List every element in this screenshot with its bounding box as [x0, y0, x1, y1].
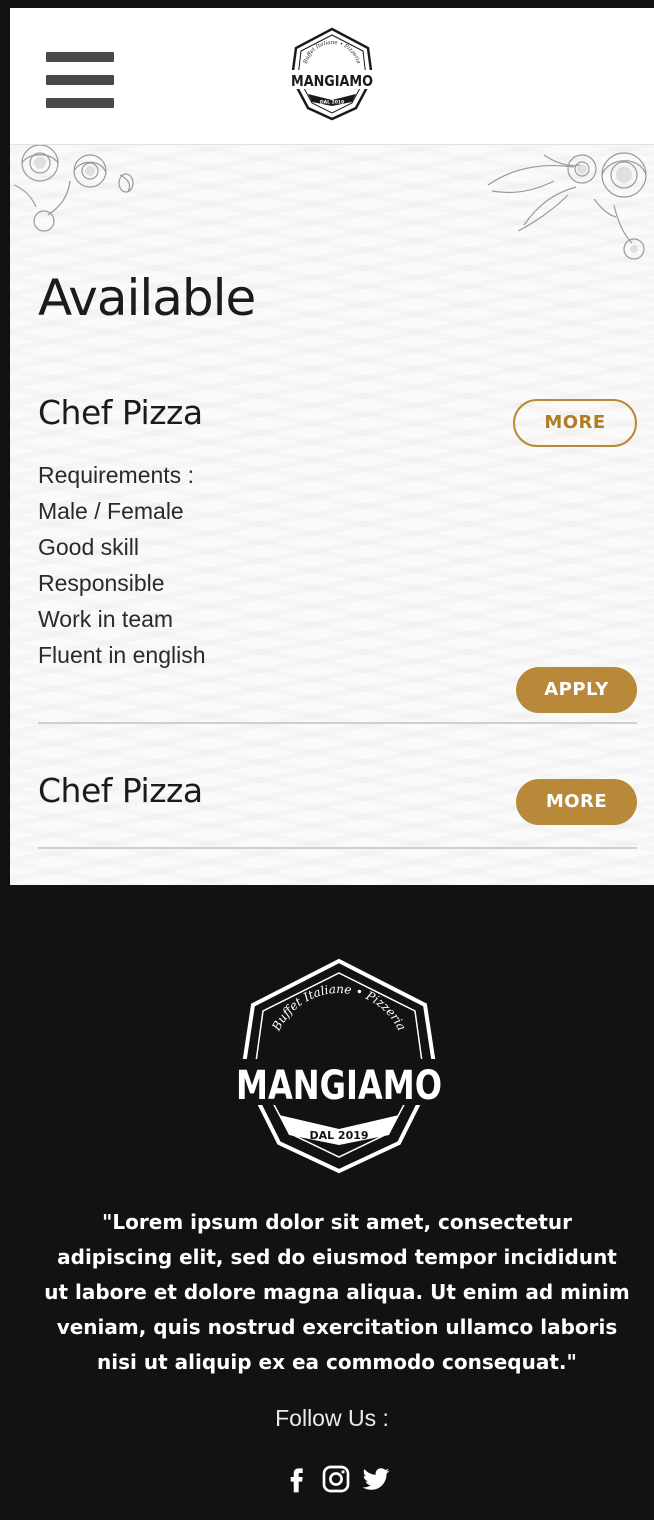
hamburger-icon[interactable] [46, 52, 116, 108]
more-button[interactable]: MORE [513, 399, 637, 447]
requirement-item: Good skill [38, 534, 139, 560]
floral-decoration-right-icon [487, 152, 647, 260]
instagram-icon[interactable] [320, 1463, 352, 1495]
requirements-heading: Requirements : [38, 462, 194, 488]
twitter-icon[interactable] [360, 1463, 392, 1495]
footer-logo-brand: MANGIAMO [236, 1063, 442, 1109]
requirement-item: Work in team [38, 606, 174, 632]
header-logo-brand: MANGIAMO [291, 72, 373, 90]
section-title: Available [38, 269, 256, 327]
footer-logo-tagline: Buffet Italiane • Pizzeria [269, 982, 409, 1034]
follow-us-label: Follow Us : [275, 1405, 389, 1431]
floral-decoration-icon [13, 145, 134, 232]
footer-logo: Buffet Italiane • Pizzeria MANGIAMO DAL … [233, 958, 445, 1174]
footer-quote: "Lorem ipsum dolor sit amet, consectetur… [44, 1210, 630, 1374]
svg-text:Buffet Italiane • Pizzeria: Buffet Italiane • Pizzeria [269, 982, 409, 1034]
divider [38, 847, 637, 849]
requirement-item: Responsible [38, 570, 165, 596]
jobs-section: Available Chef Pizza MORE Requirements :… [10, 145, 654, 885]
job-title: Chef Pizza [38, 771, 203, 810]
header-logo-since: DAL 2019 [320, 100, 344, 106]
site-header: Buffet Italiane • Pizzeria MANGIAMO DAL … [10, 8, 654, 145]
apply-button[interactable]: APPLY [516, 667, 637, 713]
page-frame: Buffet Italiane • Pizzeria MANGIAMO DAL … [0, 0, 654, 1520]
requirements-list: Requirements : Male / Female Good skill … [38, 457, 206, 673]
more-button[interactable]: MORE [516, 779, 637, 825]
site-footer: Buffet Italiane • Pizzeria MANGIAMO DAL … [10, 885, 654, 1520]
header-logo[interactable]: Buffet Italiane • Pizzeria MANGIAMO DAL … [286, 26, 378, 122]
footer-logo-since: DAL 2019 [309, 1129, 368, 1142]
requirement-item: Fluent in english [38, 642, 206, 668]
divider [38, 722, 637, 724]
social-links [274, 1463, 394, 1499]
facebook-icon[interactable] [280, 1463, 312, 1495]
job-title: Chef Pizza [38, 393, 203, 432]
requirement-item: Male / Female [38, 498, 184, 524]
